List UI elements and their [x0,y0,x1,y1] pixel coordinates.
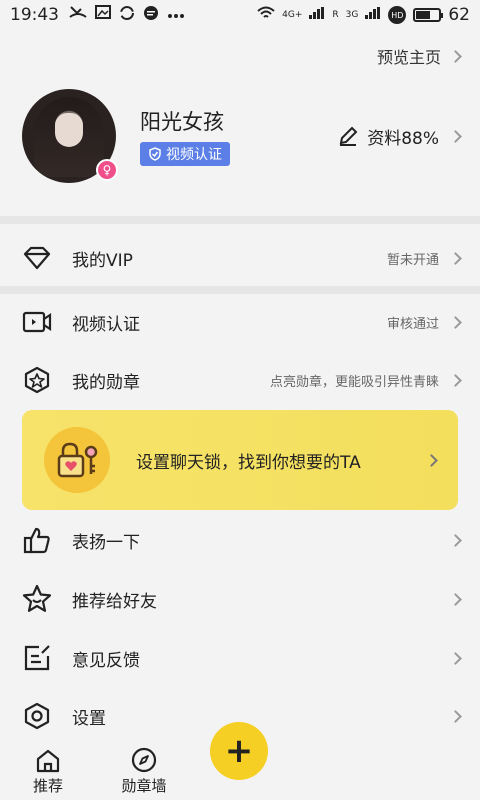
chevron-right-icon [449,129,462,143]
thumbs-up-icon [22,525,52,555]
tab-label: 勋章墙 [121,777,167,795]
menu-item-label: 设置 [72,708,106,729]
system-status: 4G+ R 3G HD 62 [257,5,470,25]
chevron-right-icon [449,251,462,265]
badges-hint: 点亮勋章，更能吸引异性青睐 [269,374,439,390]
profile-header: ♀ 阳光女孩 视频认证 资料88% [22,88,462,184]
menu-item-label: 表扬一下 [72,532,140,553]
network-label-roaming: R [332,10,339,20]
notification-icons [69,5,185,25]
signal-icon [309,7,325,23]
hd-icon: HD [388,6,407,24]
profile-completion: 资料88% [367,128,439,149]
message-icon [143,5,159,25]
missed-call-icon [69,5,87,25]
chevron-right-icon [449,49,462,63]
menu-item-recommend[interactable]: 推荐给好友 [0,571,480,627]
video-verified-badge: 视频认证 [140,142,230,166]
video-verify-status: 审核通过 [386,316,439,332]
menu-item-label: 意见反馈 [72,650,140,671]
network-label-3g: 3G [345,10,359,20]
menu-item-badges[interactable]: 我的勋章 点亮勋章，更能吸引异性青睐 [0,352,480,408]
tab-recommend[interactable]: 推荐 [18,749,78,796]
menu-item-praise[interactable]: 表扬一下 [0,512,480,568]
menu-item-video-verify[interactable]: 视频认证 审核通过 [0,294,480,350]
menu-item-label: 推荐给好友 [72,591,157,612]
plus-icon: + [224,731,254,771]
chevron-right-icon [449,533,462,547]
edit-profile-button[interactable]: 资料88% [337,124,462,149]
video-camera-icon [22,307,52,337]
female-icon: ♀ [96,159,118,181]
video-verified-label: 视频认证 [166,147,222,163]
vip-status: 暂未开通 [386,252,439,268]
sync-icon [119,5,135,25]
menu-item-label: 我的VIP [72,250,133,271]
menu-item-label: 我的勋章 [72,372,140,393]
image-icon [95,5,111,25]
chevron-right-icon [449,373,462,387]
settings-hexagon-icon [22,701,52,731]
chevron-right-icon [449,315,462,329]
chat-lock-text: 设置聊天锁，找到你想要的TA [136,452,361,473]
section-divider [0,216,480,224]
avatar[interactable]: ♀ [22,89,118,183]
battery-percent: 62 [448,5,470,25]
menu-item-vip[interactable]: 我的VIP 暂未开通 [0,230,480,286]
heart-lock-icon [44,427,110,493]
home-icon [36,749,60,773]
menu-item-label: 视频认证 [72,314,140,335]
signal-icon-2 [365,7,381,23]
diamond-icon [22,243,52,273]
more-icon [167,5,185,25]
status-time: 19:43 [10,5,59,25]
network-label-4g: 4G+ [282,10,303,20]
battery-icon [413,8,444,22]
menu-item-feedback[interactable]: 意见反馈 [0,630,480,686]
badge-star-icon [22,365,52,395]
section-divider [0,286,480,294]
tab-badge-wall[interactable]: 勋章墙 [114,747,174,796]
star-smile-icon [22,584,52,614]
chevron-right-icon [449,709,462,723]
profile-info: 阳光女孩 视频认证 [140,106,230,166]
preview-home-label: 预览主页 [376,48,441,67]
verified-shield-icon [149,147,161,161]
tab-label: 推荐 [32,777,63,795]
chevron-right-icon [449,592,462,606]
preview-home-link[interactable]: 预览主页 [376,44,462,68]
compass-icon [131,747,157,773]
wifi-icon [257,6,275,24]
status-bar: 19:43 4G+ R 3G HD 62 [0,0,480,30]
add-button[interactable]: + [210,722,268,780]
chevron-right-icon [449,651,462,665]
chat-lock-banner[interactable]: 设置聊天锁，找到你想要的TA [22,410,458,510]
chevron-right-icon [425,453,438,467]
nickname: 阳光女孩 [140,110,224,134]
edit-pencil-icon [339,126,358,146]
feedback-edit-icon [22,643,52,673]
